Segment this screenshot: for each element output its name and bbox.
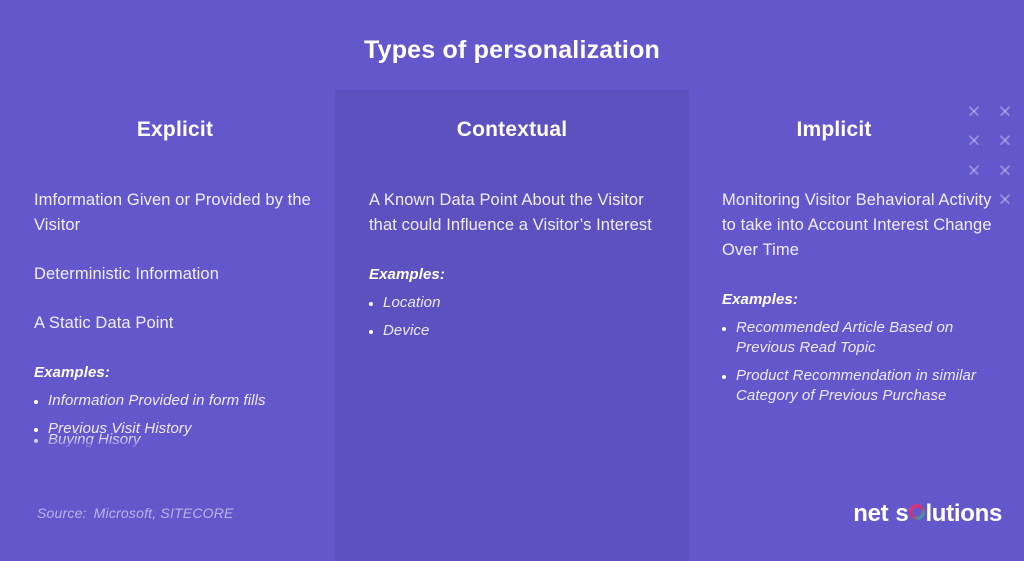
column-heading-implicit: Implicit	[796, 118, 872, 141]
list-item: Recommended Article Based on Previous Re…	[722, 318, 1006, 358]
statement: Deterministic Information	[34, 265, 219, 283]
list-item: Device	[369, 321, 655, 341]
statement: A Static Data Point	[34, 314, 174, 332]
list-item: Location	[369, 293, 655, 313]
column-contextual: Contextual A Known Data Point About the …	[369, 118, 655, 349]
statement: A Known Data Point About the Visitor tha…	[369, 191, 652, 234]
examples-list: Recommended Article Based on Previous Re…	[722, 318, 1006, 406]
logo-text-net: net	[853, 500, 889, 527]
source-value: Microsoft, SITECORE	[93, 505, 234, 521]
list-item: Product Recommendation in similar Catego…	[722, 366, 1006, 406]
source-label: Source:	[37, 505, 87, 521]
column-heading-contextual: Contextual	[456, 118, 568, 141]
net-solutions-logo: net s lutions	[853, 500, 1002, 528]
logo-text-lutions: lutions	[925, 500, 1002, 527]
page-title: Types of personalization	[363, 36, 661, 64]
source-attribution: Source: Microsoft, SITECORE	[37, 505, 234, 521]
column-explicit: Explicit Imformation Given or Provided b…	[34, 118, 316, 447]
examples-list: Location Device	[369, 293, 655, 341]
logo-text-s: s	[895, 500, 909, 527]
list-item-clipped: Buying Hisory	[34, 430, 316, 450]
infographic-canvas: Types of personalization Explicit Imform…	[0, 0, 1024, 561]
examples-label: Examples:	[369, 266, 445, 283]
logo-ring-icon	[909, 504, 925, 520]
statement: Monitoring Visitor Behavioral Activity t…	[722, 191, 992, 259]
column-implicit: Implicit Monitoring Visitor Behavioral A…	[722, 118, 1006, 414]
clipped-list-item-wrapper: Buying Hisory	[34, 430, 316, 452]
list-item: Information Provided in form fills	[34, 391, 316, 411]
examples-label: Examples:	[34, 364, 110, 381]
column-heading-explicit: Explicit	[136, 118, 214, 141]
examples-label: Examples:	[722, 291, 798, 308]
statement: Imformation Given or Provided by the Vis…	[34, 191, 311, 234]
